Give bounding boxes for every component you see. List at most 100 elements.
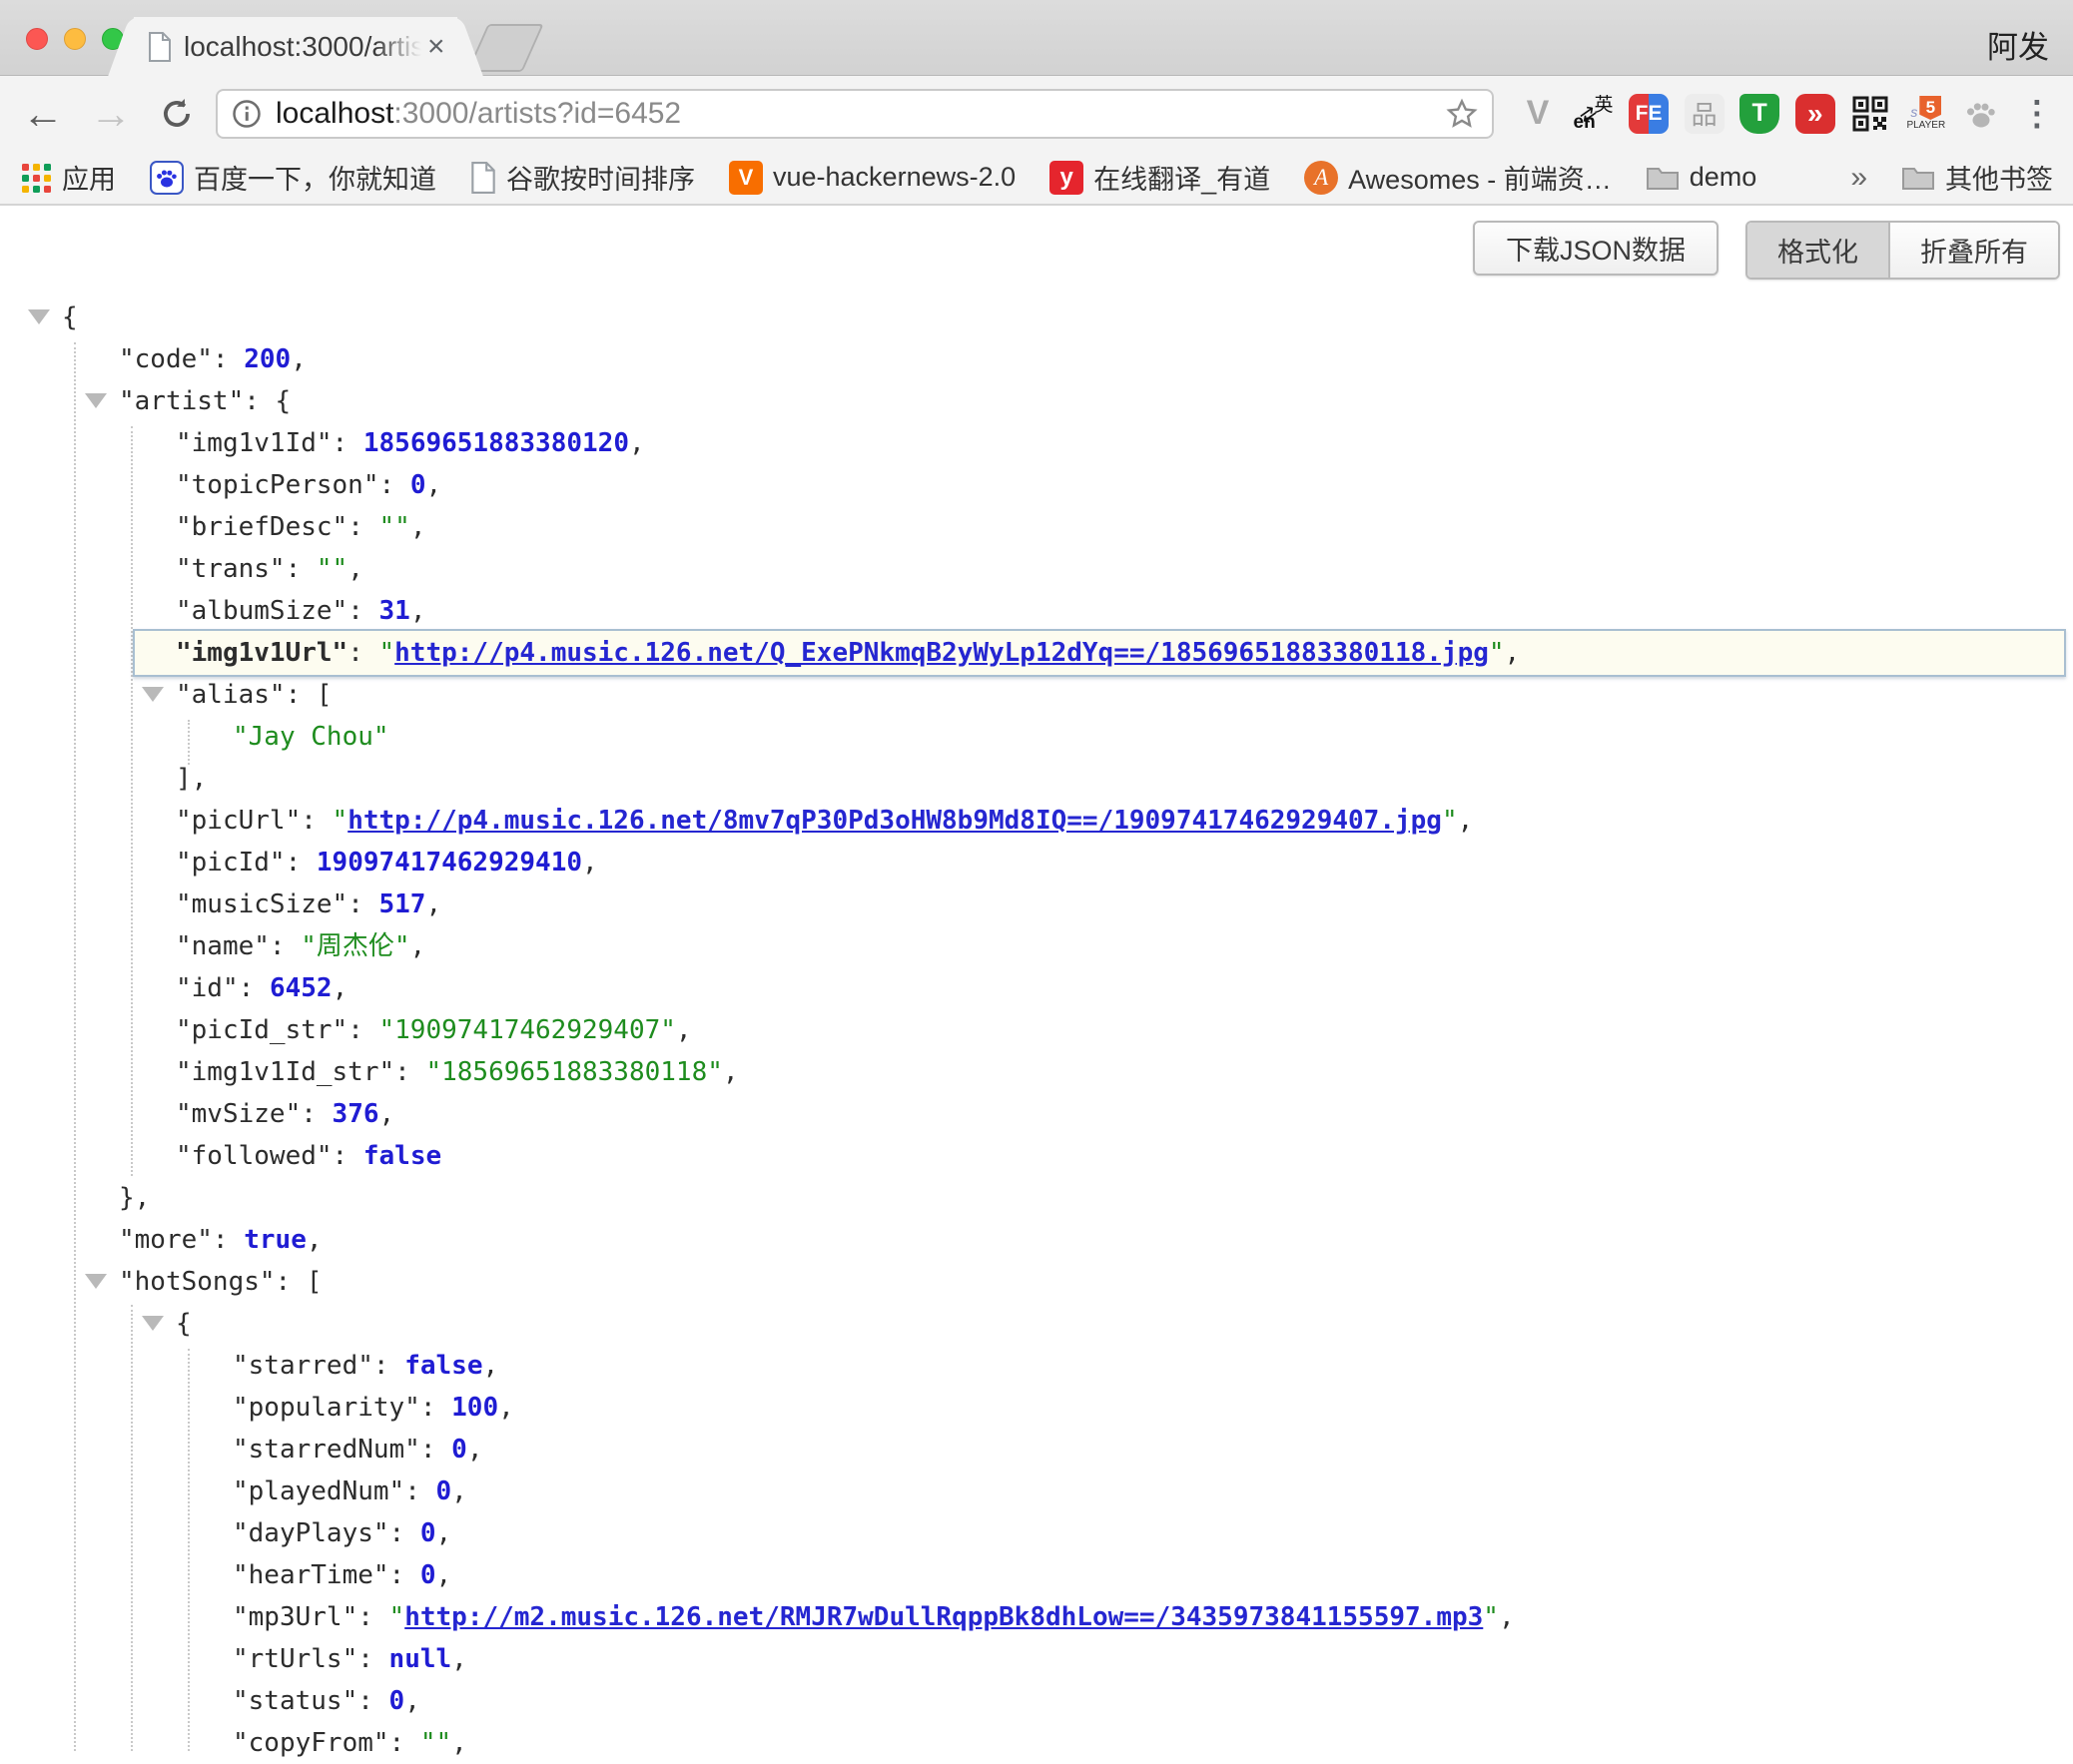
profile-name[interactable]: 阿发 <box>1987 22 2049 67</box>
json-token-punc: , <box>451 1476 467 1506</box>
json-token-key: "code" <box>119 344 213 374</box>
json-row: "artist": { <box>0 380 2073 422</box>
browser-tab[interactable]: localhost:3000/artists?id=645 × <box>134 17 457 76</box>
back-button[interactable]: ← <box>22 93 64 135</box>
json-row: "img1v1Id": 18569651883380120, <box>0 422 2073 464</box>
bookmark-label: 在线翻译_有道 <box>1093 158 1270 197</box>
json-token-punc: : <box>379 470 410 500</box>
paw-extension-icon[interactable] <box>1959 92 2003 136</box>
json-row: "img1v1Id_str": "18569651883380118", <box>0 1051 2073 1093</box>
json-url-link[interactable]: http://p4.music.126.net/8mv7qP30Pd3oHW8b… <box>347 806 1442 836</box>
json-url-link[interactable]: http://m2.music.126.net/RMJR7wDullRqppBk… <box>404 1602 1483 1632</box>
json-token-punc: , <box>676 1015 692 1045</box>
tab-close-icon[interactable]: × <box>427 32 445 62</box>
json-row: "popularity": 100, <box>0 1387 2073 1429</box>
tampermonkey-extension-icon[interactable]: T <box>1737 92 1781 136</box>
bookmark-item-1[interactable]: 百度一下，你就知道 <box>150 158 436 197</box>
view-mode-group: 格式化 折叠所有 <box>1745 221 2060 280</box>
page-content: 下载JSON数据 格式化 折叠所有 { "code": 200,"artist":… <box>0 206 2073 1751</box>
json-token-key: "img1v1Id" <box>176 428 333 458</box>
json-row: "code": 200, <box>0 338 2073 380</box>
json-token-num: 0 <box>410 470 426 500</box>
json-token-punc: : <box>301 806 332 836</box>
json-token-key: "status" <box>233 1686 357 1716</box>
json-token-punc: : <box>389 1518 420 1548</box>
format-button[interactable]: 格式化 <box>1747 223 1890 278</box>
json-token-punc: }, <box>119 1183 150 1213</box>
collapse-all-button[interactable]: 折叠所有 <box>1890 223 2058 278</box>
fe-extension-icon[interactable]: FE <box>1627 92 1671 136</box>
extensions-area: V ⇄英enFE 品T » s5PLAYER ⋮ <box>1494 92 2059 136</box>
bookmarks-overflow-chevron[interactable]: » <box>1850 161 1867 195</box>
url-host: localhost <box>276 97 393 130</box>
json-token-key: "popularity" <box>233 1393 420 1423</box>
json-token-str: "" <box>420 1728 451 1758</box>
json-token-punc: : <box>301 1099 332 1129</box>
json-token-punc: : <box>347 889 378 919</box>
json-token-punc: : <box>347 512 378 542</box>
json-token-punc: , <box>410 931 426 961</box>
json-token-punc: , <box>307 1225 323 1255</box>
json-token-num: 376 <box>333 1099 379 1129</box>
video-fastforward-extension-icon[interactable]: » <box>1793 92 1837 136</box>
json-token-punc: : <box>357 1602 388 1632</box>
info-icon[interactable] <box>232 99 262 129</box>
json-row: "name": "周杰伦", <box>0 925 2073 967</box>
json-token-num: 517 <box>379 889 426 919</box>
bookmark-item-0[interactable]: 应用 <box>20 158 116 197</box>
json-token-punc: : <box>357 1644 388 1674</box>
sitemap-extension-icon[interactable]: 品 <box>1683 92 1727 136</box>
json-token-num: 31 <box>379 596 410 626</box>
json-token-strq: " <box>389 1602 405 1632</box>
html5-player-extension-icon[interactable]: s5PLAYER <box>1904 92 1948 136</box>
json-token-num: 0 <box>420 1518 436 1548</box>
json-token-punc: , <box>410 512 426 542</box>
bookmark-star-icon[interactable] <box>1446 98 1478 130</box>
json-row: "followed": false <box>0 1135 2073 1177</box>
baidu-paw-icon <box>150 161 184 195</box>
json-token-key: "starredNum" <box>233 1435 420 1465</box>
browser-window: localhost:3000/artists?id=645 × 阿发 ← → l… <box>0 0 2073 1751</box>
json-row: "picId": 19097417462929410, <box>0 842 2073 883</box>
bookmark-item-5[interactable]: AAwesomes - 前端资… <box>1304 158 1612 197</box>
download-json-button[interactable]: 下载JSON数据 <box>1473 221 1719 276</box>
json-token-num: false <box>363 1141 441 1171</box>
json-row: "hearTime": 0, <box>0 1554 2073 1596</box>
minimize-window-button[interactable] <box>64 28 86 50</box>
forward-button[interactable]: → <box>90 93 132 135</box>
folder-icon <box>1646 164 1680 192</box>
other-bookmarks-folder[interactable]: 其他书签 <box>1901 158 2053 197</box>
json-token-punc: ], <box>176 764 207 794</box>
reload-icon[interactable] <box>158 95 196 133</box>
bookmark-item-6[interactable]: demo <box>1646 162 1757 193</box>
url-text[interactable]: localhost:3000/artists?id=6452 <box>276 97 1438 131</box>
qr-code-extension-icon[interactable] <box>1848 92 1892 136</box>
json-token-key: "name" <box>176 931 270 961</box>
json-token-key: "more" <box>119 1225 213 1255</box>
translate-extension-icon[interactable]: ⇄英en <box>1572 92 1616 136</box>
json-token-key: "mp3Url" <box>233 1602 357 1632</box>
json-row: "rtUrls": null, <box>0 1638 2073 1680</box>
json-url-link[interactable]: http://p4.music.126.net/Q_ExePNkmqB2yWyL… <box>394 638 1489 668</box>
address-bar[interactable]: localhost:3000/artists?id=6452 <box>216 89 1494 139</box>
bookmark-item-3[interactable]: Vvue-hackernews-2.0 <box>729 161 1016 195</box>
bookmark-label: demo <box>1690 162 1757 193</box>
json-token-strq: " <box>1483 1602 1499 1632</box>
json-token-punc: : <box>286 554 317 584</box>
bookmark-item-4[interactable]: y在线翻译_有道 <box>1049 158 1270 197</box>
json-token-punc: , <box>723 1057 739 1087</box>
json-token-str: "" <box>317 554 347 584</box>
json-row: "trans": "", <box>0 548 2073 590</box>
browser-menu-icon[interactable]: ⋮ <box>2015 92 2059 136</box>
json-token-punc: , <box>451 1644 467 1674</box>
bookmark-label: Awesomes - 前端资… <box>1348 158 1612 197</box>
json-token-punc: , <box>436 1560 452 1590</box>
json-token-punc: , <box>436 1518 452 1548</box>
bookmark-item-2[interactable]: 谷歌按时间排序 <box>470 158 695 197</box>
json-row: "Jay Chou" <box>0 716 2073 758</box>
json-token-punc: { <box>176 1309 192 1339</box>
json-token-punc: , <box>1458 806 1474 836</box>
vue-extension-icon[interactable]: V <box>1516 92 1560 136</box>
json-token-punc: : <box>394 1057 425 1087</box>
close-window-button[interactable] <box>26 28 48 50</box>
